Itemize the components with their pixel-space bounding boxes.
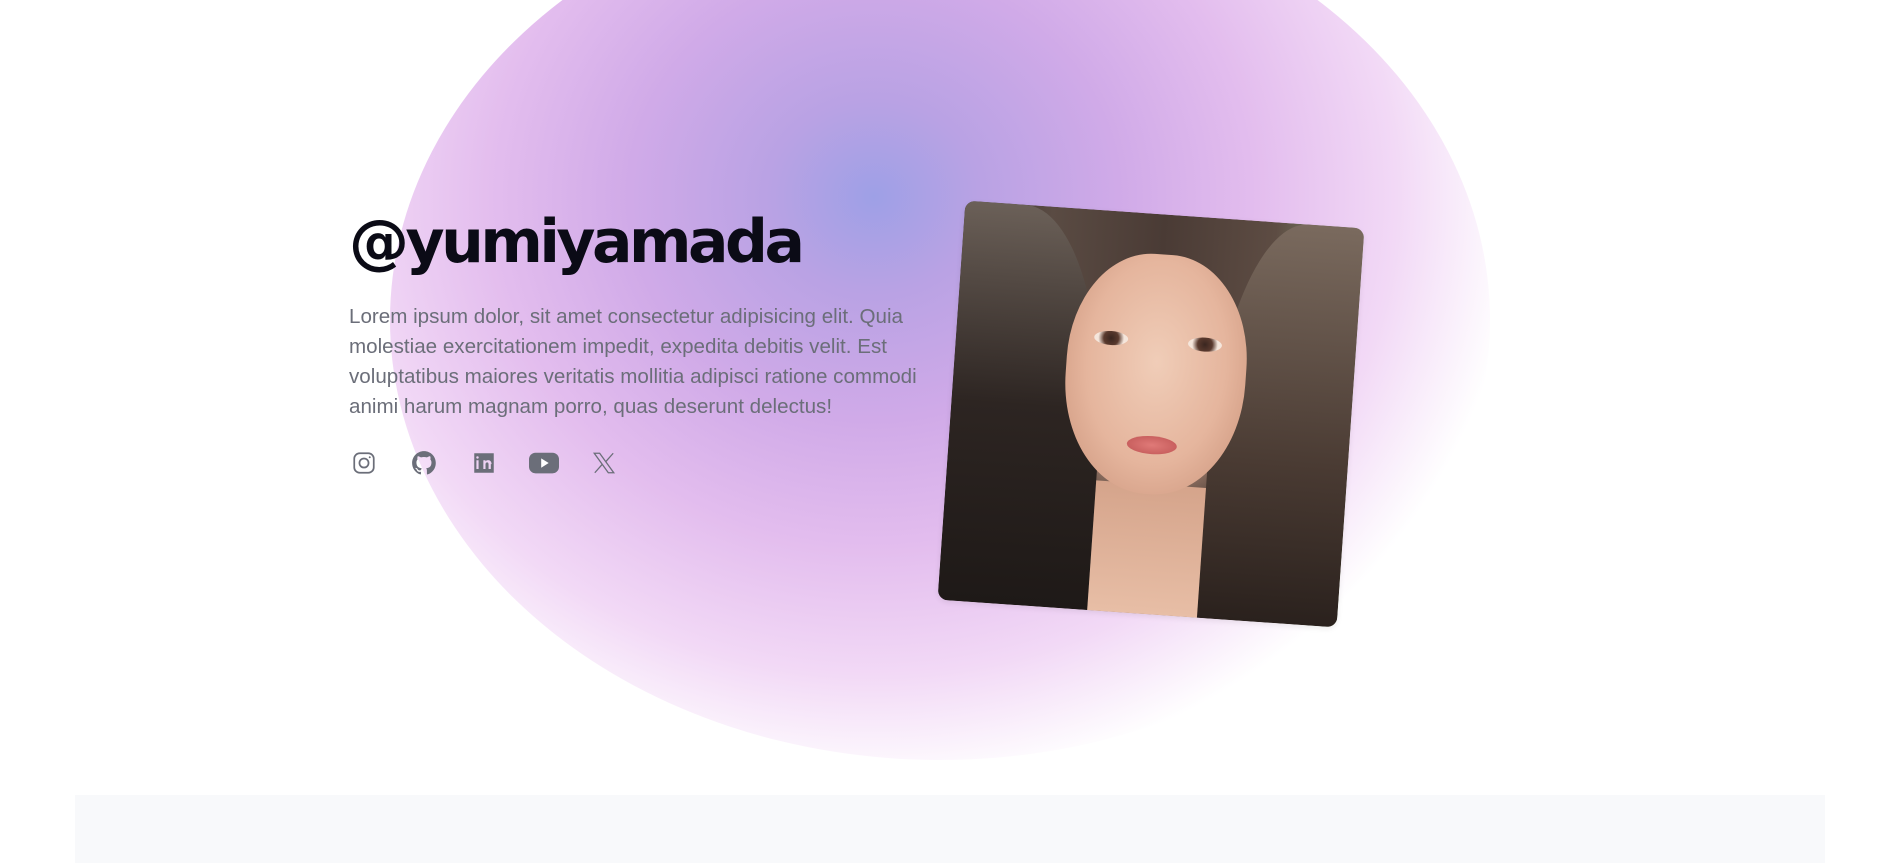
youtube-icon (529, 452, 559, 474)
github-icon (412, 451, 436, 475)
profile-handle: @yumiyamada (349, 207, 805, 277)
instagram-icon (353, 452, 375, 474)
page: @yumiyamada Lorem ipsum dolor, sit amet … (0, 0, 1897, 863)
profile-bio: Lorem ipsum dolor, sit amet consectetur … (349, 305, 917, 418)
profile-photo (937, 200, 1365, 628)
youtube-link[interactable] (529, 448, 559, 478)
github-link[interactable] (409, 448, 439, 478)
linkedin-icon (474, 453, 494, 473)
linkedin-link[interactable] (469, 448, 499, 478)
instagram-link[interactable] (349, 448, 379, 478)
x-link[interactable] (589, 448, 619, 478)
hero-section: @yumiyamada Lorem ipsum dolor, sit amet … (349, 208, 949, 478)
social-links (349, 448, 949, 478)
x-icon (592, 452, 616, 474)
footer-section (75, 795, 1825, 863)
photo-neck (1086, 480, 1206, 628)
